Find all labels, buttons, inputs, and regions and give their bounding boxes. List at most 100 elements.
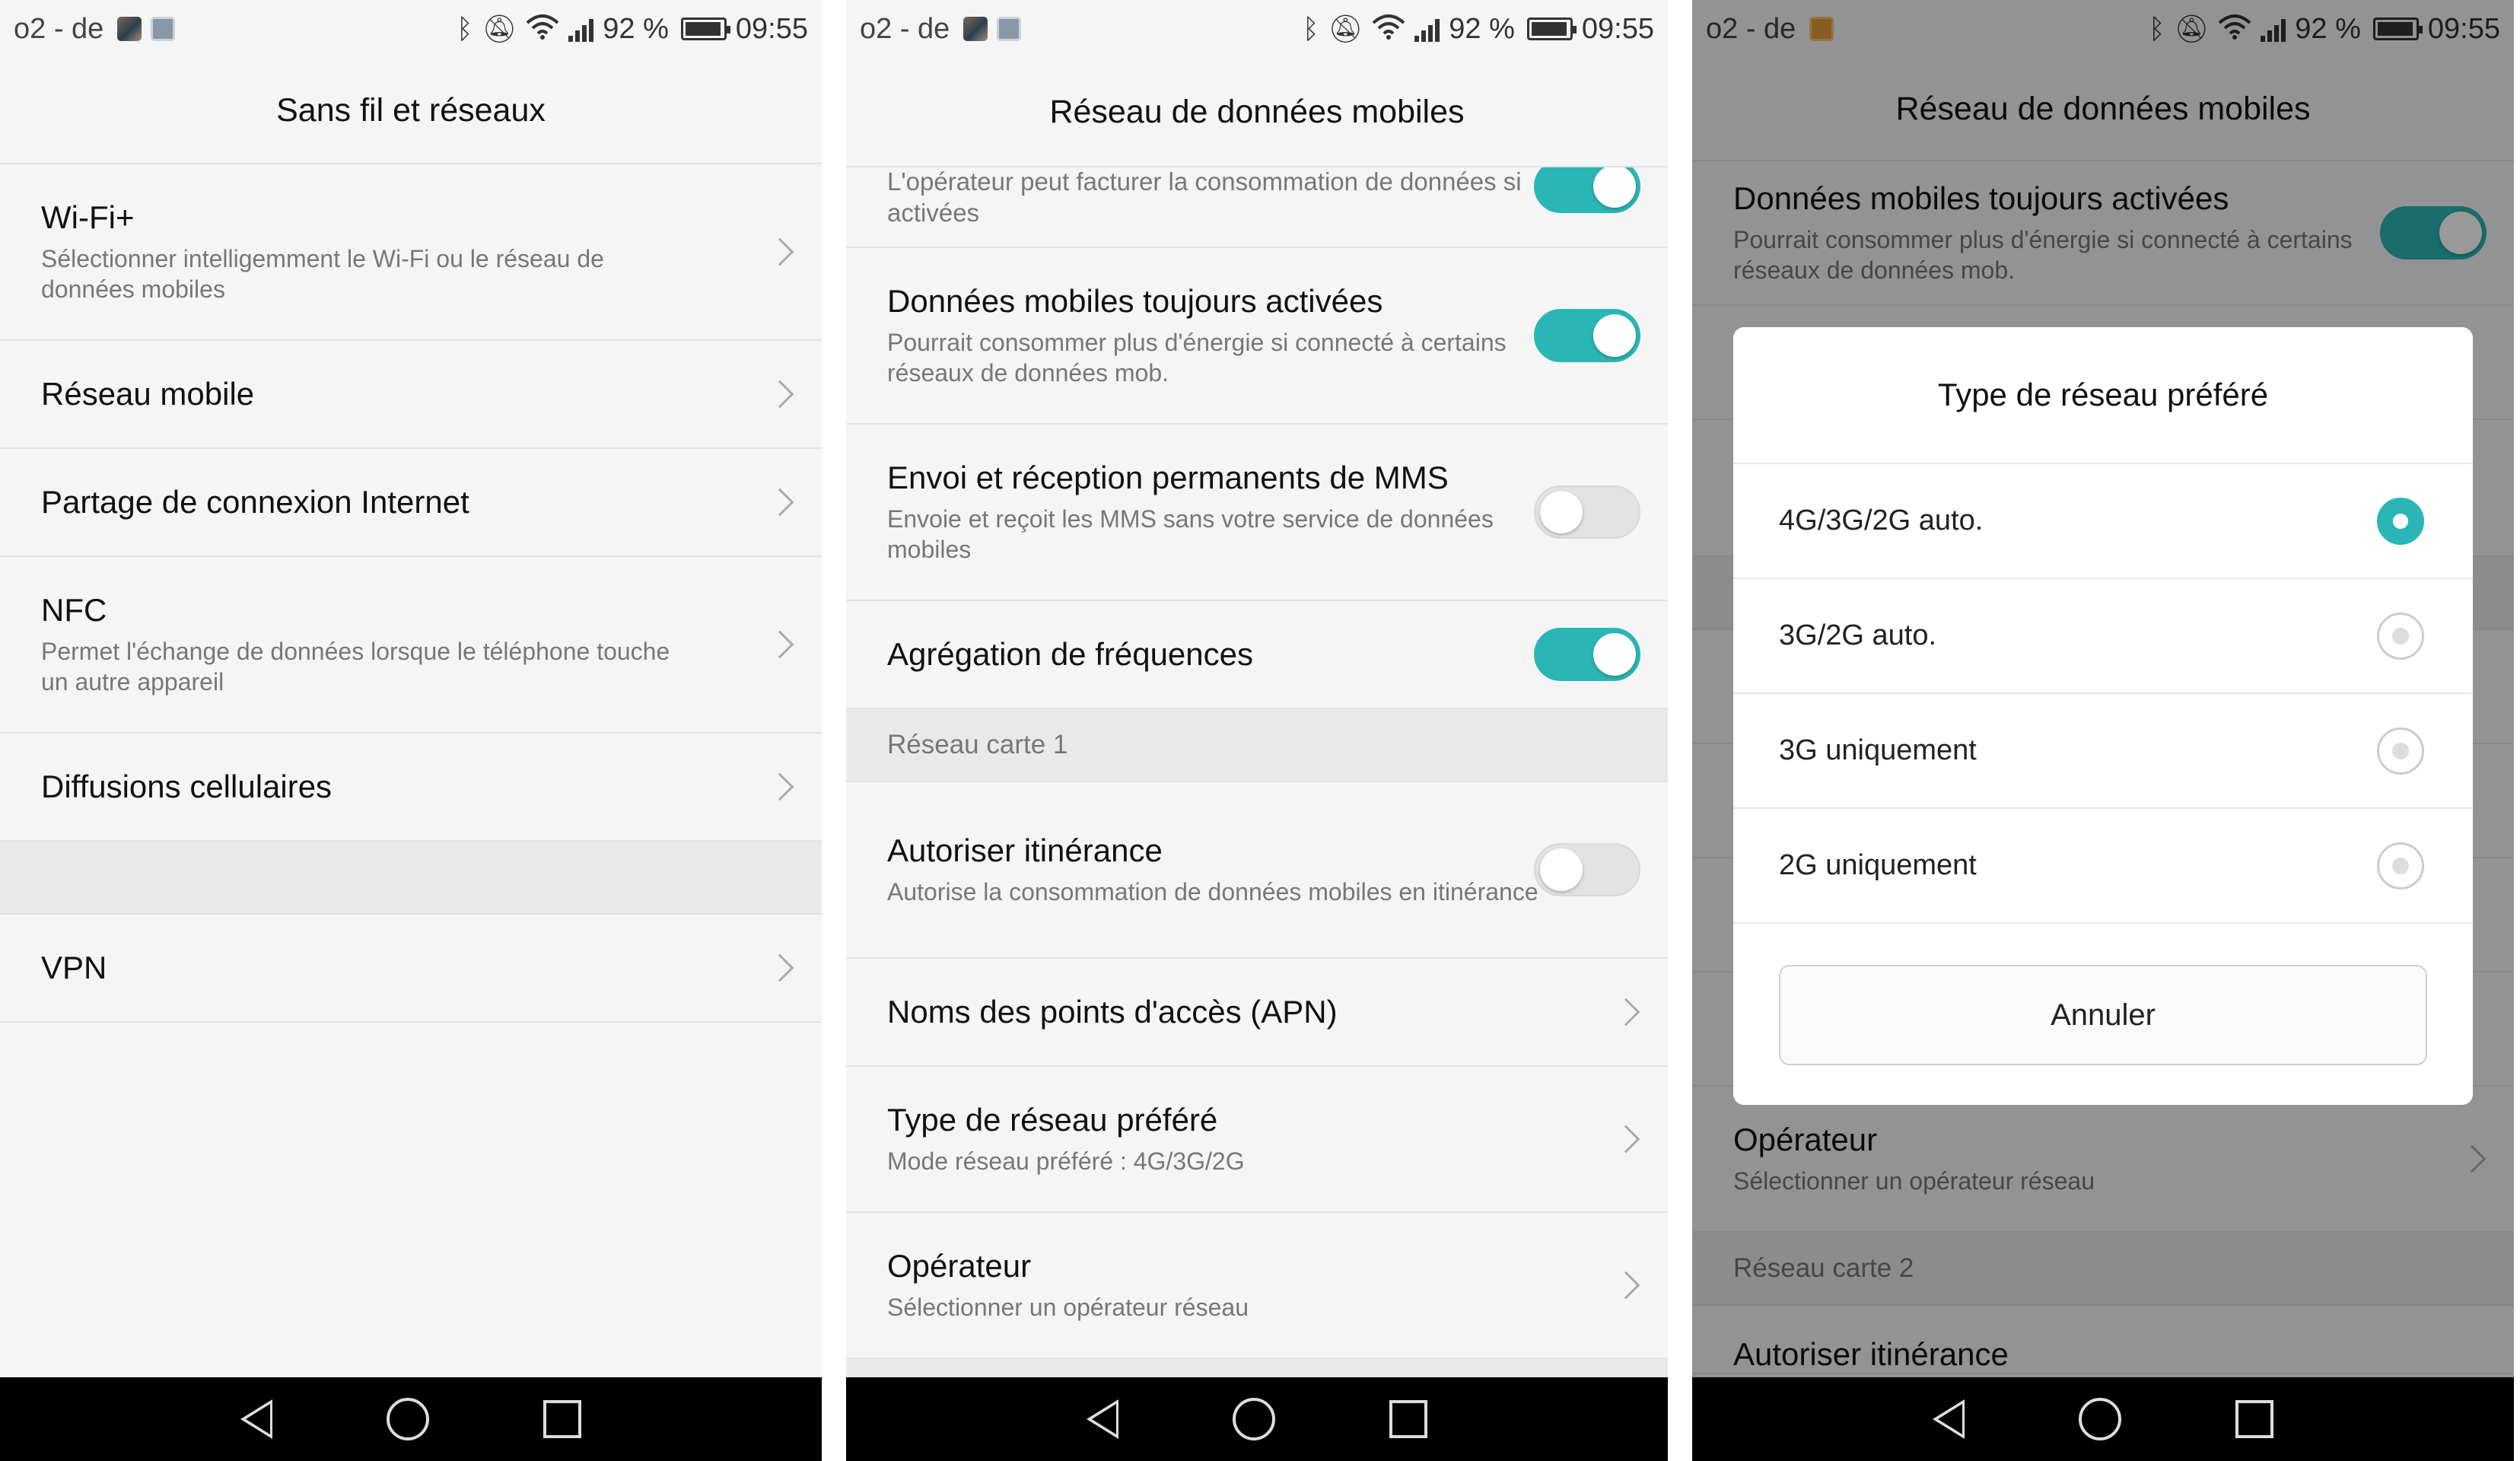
bluetooth-icon: ᛒ <box>456 13 473 44</box>
network-option-3g-only[interactable]: 3G uniquement <box>1733 694 2473 809</box>
item-subtitle: Pourrait consommer plus d'énergie si con… <box>887 329 1507 387</box>
chevron-right-icon <box>765 380 794 409</box>
carrier-label: o2 - de <box>14 12 104 45</box>
roaming-toggle[interactable] <box>1534 843 1640 896</box>
settings-list: L'opérateur peut facturer la consommatio… <box>846 145 1668 1405</box>
signal-icon <box>1414 16 1440 42</box>
preferred-network-dialog: Type de réseau préféré 4G/3G/2G auto. 3G… <box>1733 327 2473 1105</box>
notif-photo-icon <box>117 17 142 41</box>
item-subtitle: Autorise la consommation de données mobi… <box>887 878 1538 906</box>
option-label: 4G/3G/2G auto. <box>1779 505 1984 536</box>
chevron-right-icon <box>765 953 794 982</box>
notif-box-icon <box>151 17 176 41</box>
item-title: NFC <box>41 591 107 628</box>
navigation-bar <box>0 1377 822 1461</box>
cancel-button[interactable]: Annuler <box>1779 965 2427 1065</box>
back-icon[interactable] <box>1087 1399 1118 1439</box>
always-on-data-toggle[interactable] <box>1534 309 1640 362</box>
navigation-bar <box>846 1377 1668 1461</box>
item-subtitle: Permet l'échange de données lorsque le t… <box>41 638 670 696</box>
recents-icon[interactable] <box>2235 1400 2273 1438</box>
settings-item-mms[interactable]: Envoi et réception permanents de MMS Env… <box>846 425 1668 601</box>
carrier-aggregation-toggle[interactable] <box>1534 628 1640 681</box>
item-title: Diffusions cellulaires <box>41 768 332 804</box>
option-label: 3G/2G auto. <box>1779 619 1937 651</box>
settings-item-apn[interactable]: Noms des points d'accès (APN) <box>846 959 1668 1067</box>
home-icon[interactable] <box>387 1398 429 1440</box>
settings-item-operator[interactable]: Opérateur Sélectionner un opérateur rése… <box>846 1213 1668 1359</box>
item-title: Noms des points d'accès (APN) <box>887 993 1338 1030</box>
network-option-4g-3g-2g[interactable]: 4G/3G/2G auto. <box>1733 464 2473 579</box>
status-bar: o2 - de ᛒ 🔕︎ 92 % 09:55 <box>0 0 822 58</box>
radio-selected-icon[interactable] <box>2377 497 2424 545</box>
bluetooth-icon: ᛒ <box>1302 13 1319 44</box>
chevron-right-icon <box>765 488 794 517</box>
divider <box>1668 0 1692 1461</box>
item-title: Réseau mobile <box>41 375 255 412</box>
recents-icon[interactable] <box>1389 1400 1427 1438</box>
section-header: Réseau carte 1 <box>846 709 1668 782</box>
item-title: VPN <box>41 949 107 985</box>
item-title: Données mobiles toujours activées <box>887 282 1383 319</box>
chevron-right-icon <box>765 630 794 659</box>
item-subtitle: Sélectionner intelligemment le Wi-Fi ou … <box>41 245 604 304</box>
partial-toggle[interactable] <box>1534 160 1640 213</box>
settings-item-preferred-network[interactable]: Type de réseau préféré Mode réseau préfé… <box>846 1067 1668 1213</box>
mute-icon: 🔕︎ <box>482 13 517 44</box>
settings-item-nfc[interactable]: NFC Permet l'échange de données lorsque … <box>0 557 822 734</box>
wifi-icon <box>526 14 559 44</box>
chevron-right-icon <box>765 237 794 266</box>
settings-item-cell-broadcast[interactable]: Diffusions cellulaires <box>0 734 822 842</box>
home-icon[interactable] <box>2079 1398 2121 1440</box>
item-title: Envoi et réception permanents de MMS <box>887 459 1449 495</box>
settings-item-wifi-plus[interactable]: Wi-Fi+ Sélectionner intelligemment le Wi… <box>0 164 822 341</box>
status-bar: o2 - de ᛒ 🔕︎ 92 % 09:55 <box>846 0 1668 58</box>
item-title: Type de réseau préféré <box>887 1101 1218 1138</box>
mms-toggle[interactable] <box>1534 485 1640 539</box>
radio-icon[interactable] <box>2377 842 2424 890</box>
screen-mobile-data-dialog: o2 - de ᛒ 🔕︎ 92 % 09:55 Réseau de donnée… <box>1692 0 2514 1461</box>
item-title: Wi-Fi+ <box>41 199 135 235</box>
battery-percent: 92 % <box>603 12 669 45</box>
navigation-bar <box>1692 1377 2514 1461</box>
clock: 09:55 <box>735 12 808 45</box>
item-title: Opérateur <box>887 1247 1032 1284</box>
battery-icon <box>1526 18 1577 40</box>
radio-icon[interactable] <box>2377 727 2424 775</box>
option-label: 2G uniquement <box>1779 849 1977 881</box>
settings-item-tethering[interactable]: Partage de connexion Internet <box>0 449 822 557</box>
settings-item-always-on-data[interactable]: Données mobiles toujours activées Pourra… <box>846 248 1668 425</box>
screen-wireless-networks: o2 - de ᛒ 🔕︎ 92 % 09:55 Sans fil et rése… <box>0 0 822 1461</box>
item-title: Agrégation de fréquences <box>887 635 1254 672</box>
back-icon[interactable] <box>240 1399 272 1439</box>
battery-icon <box>680 18 730 40</box>
chevron-right-icon <box>1612 1125 1640 1154</box>
settings-item-carrier-aggregation[interactable]: Agrégation de fréquences <box>846 601 1668 709</box>
divider <box>822 0 846 1461</box>
network-option-3g-2g[interactable]: 3G/2G auto. <box>1733 579 2473 694</box>
settings-item-roaming[interactable]: Autoriser itinérance Autorise la consomm… <box>846 782 1668 959</box>
option-label: 3G uniquement <box>1779 734 1977 766</box>
settings-item-mobile-network[interactable]: Réseau mobile <box>0 341 822 449</box>
notif-box-icon <box>997 17 1022 41</box>
settings-item-vpn[interactable]: VPN <box>0 915 822 1023</box>
radio-icon[interactable] <box>2377 612 2424 660</box>
signal-icon <box>568 16 594 42</box>
item-title: Autoriser itinérance <box>887 832 1163 868</box>
chevron-right-icon <box>1612 1271 1640 1300</box>
dialog-title: Type de réseau préféré <box>1733 327 2473 464</box>
item-subtitle: Mode réseau préféré : 4G/3G/2G <box>887 1147 1245 1176</box>
recents-icon[interactable] <box>543 1400 581 1438</box>
chevron-right-icon <box>1612 998 1640 1027</box>
section-spacer <box>0 842 822 915</box>
chevron-right-icon <box>765 772 794 801</box>
back-icon[interactable] <box>1933 1399 1965 1439</box>
clock: 09:55 <box>1581 12 1654 45</box>
item-title: Partage de connexion Internet <box>41 483 469 520</box>
home-icon[interactable] <box>1233 1398 1275 1440</box>
page-title: Sans fil et réseaux <box>0 58 822 164</box>
network-option-2g-only[interactable]: 2G uniquement <box>1733 809 2473 924</box>
screen-mobile-data: L'opérateur peut facturer la consommatio… <box>846 0 1668 1461</box>
mute-icon: 🔕︎ <box>1328 13 1363 44</box>
wifi-icon <box>1372 14 1405 44</box>
